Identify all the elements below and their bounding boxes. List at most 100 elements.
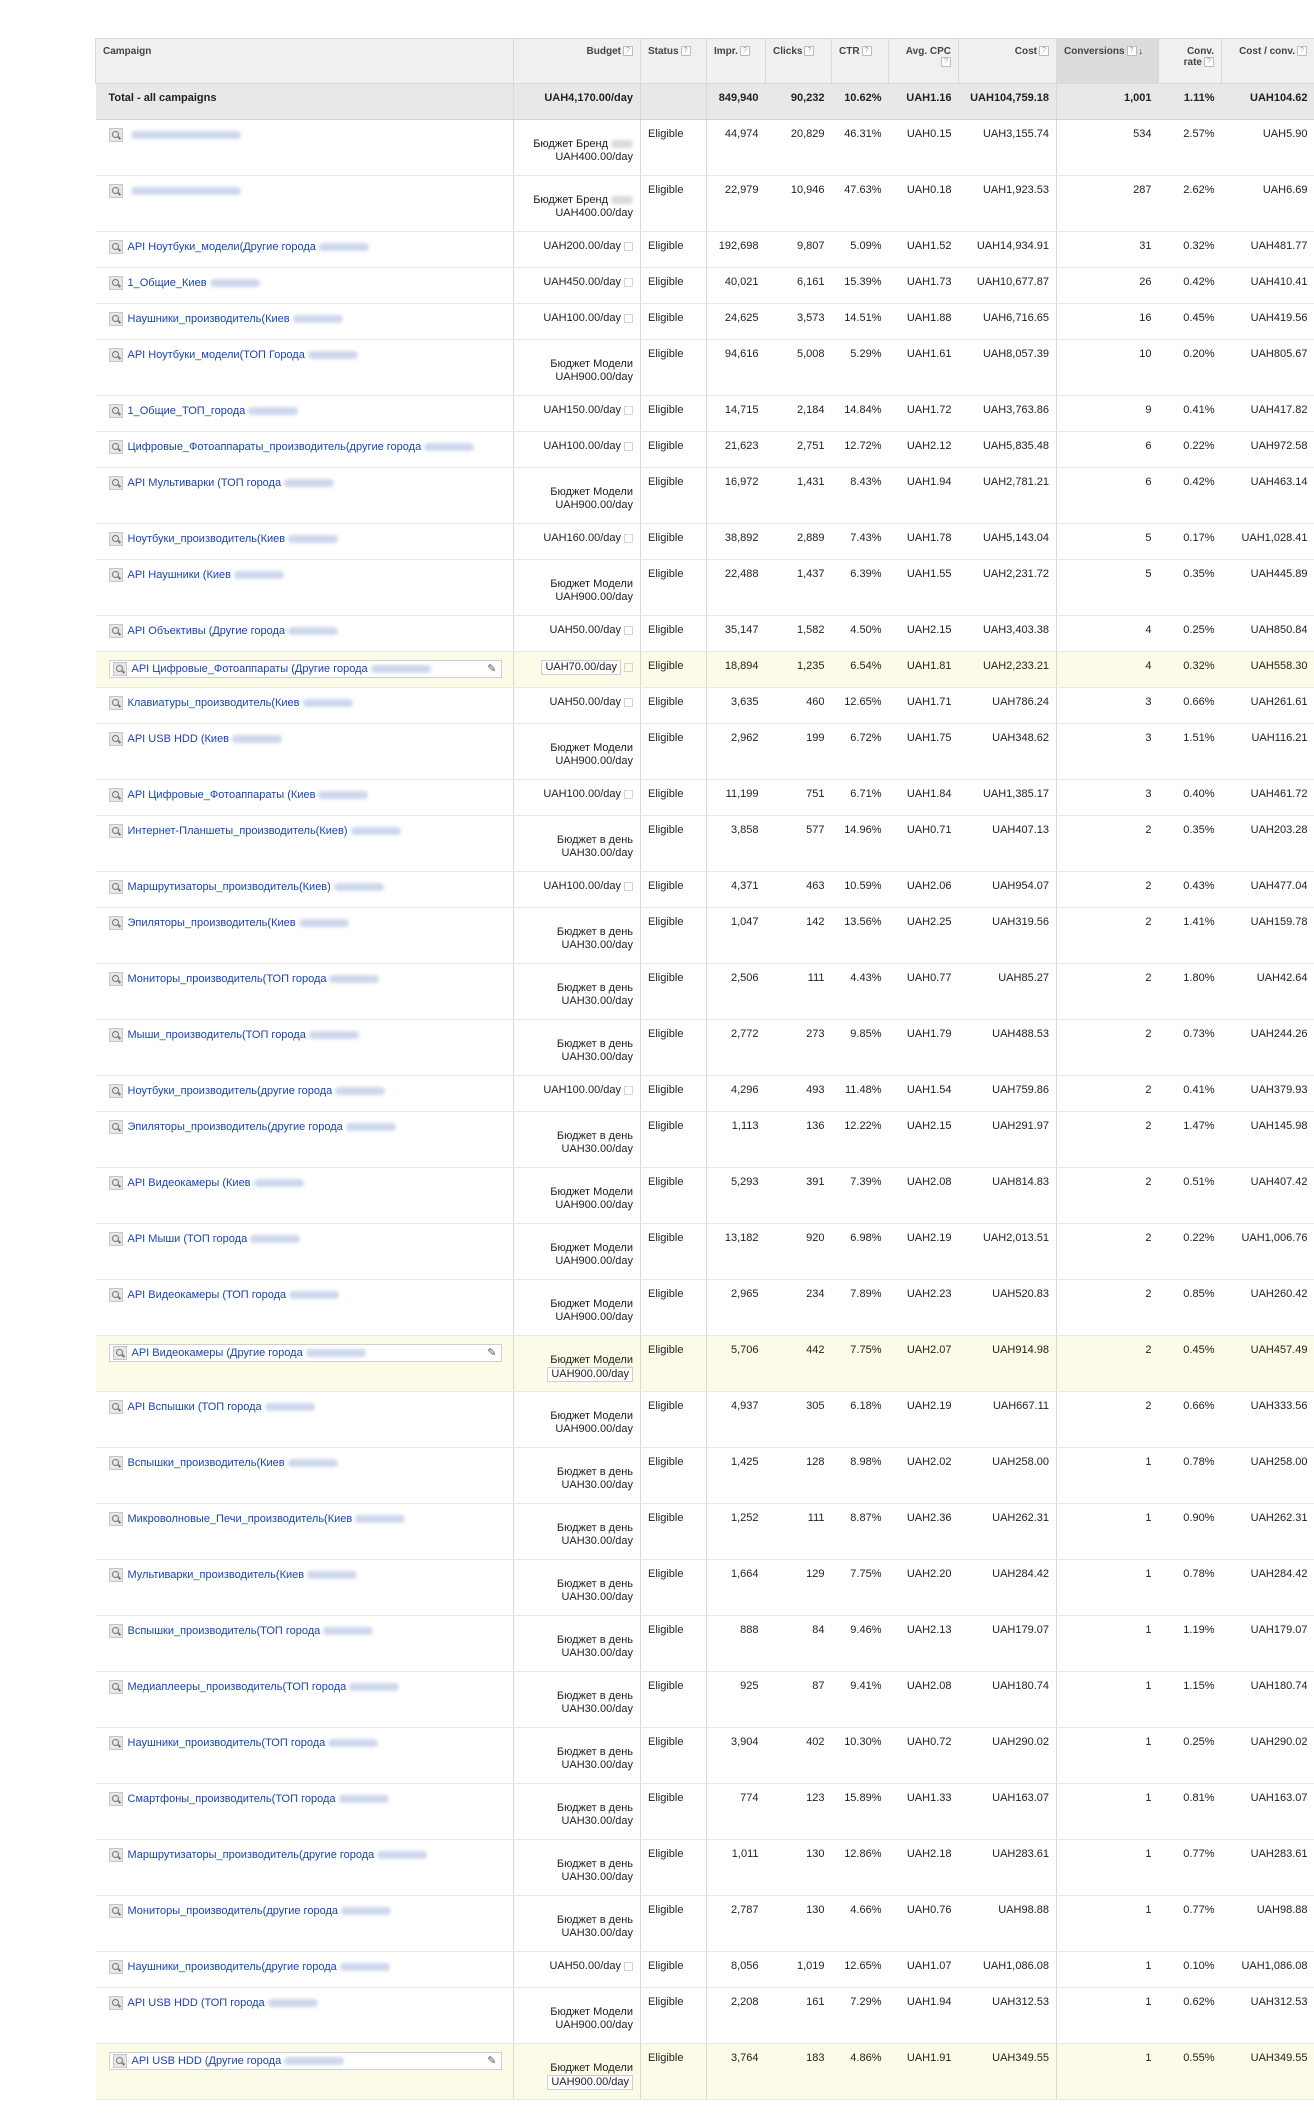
help-icon[interactable]: ? (941, 57, 951, 68)
help-icon[interactable]: ? (861, 46, 872, 57)
header-clicks[interactable]: Clicks? (765, 38, 832, 84)
help-icon[interactable]: ? (680, 46, 691, 57)
cost-per-conv-cell: UAH333.56 (1221, 1391, 1314, 1448)
header-campaign[interactable]: Campaign (95, 38, 514, 84)
campaign-link[interactable]: Интернет-Планшеты_производитель(Киев) (128, 825, 348, 837)
campaign-link[interactable]: API Вспышки (ТОП города (128, 1401, 262, 1413)
header-ctr[interactable]: CTR? (831, 38, 889, 84)
header-avg-cpc[interactable]: Avg. CPC? (888, 38, 959, 84)
total-ctr: 10.62% (831, 83, 889, 120)
campaign-link[interactable]: Мыши_производитель(ТОП города (128, 1029, 306, 1041)
status-cell: Eligible (640, 1839, 707, 1896)
status-cell: Eligible (640, 431, 707, 468)
avg-cpc-cell: UAH2.07 (888, 1335, 959, 1392)
campaign-link[interactable]: Мониторы_производитель(другие города (128, 1905, 338, 1917)
campaign-link[interactable]: Вспышки_производитель(ТОП города (128, 1625, 321, 1637)
campaign-link[interactable]: API Цифровые_Фотоаппараты (Киев (128, 789, 316, 801)
header-impr[interactable]: Impr.? (706, 38, 766, 84)
campaign-link[interactable]: Клавиатуры_производитель(Киев (128, 697, 300, 709)
budget-edit-icon[interactable] (624, 277, 633, 287)
campaign-link[interactable]: API USB HDD (Другие города (132, 2055, 282, 2067)
campaign-link[interactable]: Микроволновые_Печи_производитель(Киев (128, 1513, 353, 1525)
budget-edit-box[interactable]: UAH900.00/day (547, 1367, 633, 1382)
campaign-edit-box[interactable]: API USB HDD (Другие города ✎ (108, 2052, 502, 2070)
campaign-link[interactable]: API Ноутбуки_модели(Другие города (128, 241, 316, 253)
status-cell: Eligible (640, 119, 707, 176)
status-cell: Eligible (640, 723, 707, 780)
campaign-link[interactable]: Медиаплееры_производитель(ТОП города (128, 1681, 347, 1693)
campaign-link[interactable]: Смартфоны_производитель(ТОП города (128, 1793, 336, 1805)
help-icon[interactable]: ? (1204, 57, 1214, 68)
campaign-link[interactable]: Вспышки_производитель(Киев (128, 1457, 285, 1469)
avg-cpc-cell: UAH1.84 (888, 779, 959, 816)
campaign-edit-box[interactable]: API Цифровые_Фотоаппараты (Другие города… (108, 660, 502, 678)
header-budget[interactable]: Budget? (513, 38, 641, 84)
campaign-link[interactable]: Наушники_производитель(ТОП города (128, 1737, 326, 1749)
campaign-link[interactable]: API Ноутбуки_модели(ТОП Города (128, 349, 305, 361)
campaign-link[interactable]: API Видеокамеры (Киев (128, 1177, 251, 1189)
campaign-link[interactable]: API Видеокамеры (Другие города (132, 1347, 303, 1359)
budget-edit-icon[interactable] (624, 697, 633, 707)
header-conv-rate[interactable]: Conv. rate? (1158, 38, 1222, 84)
campaign-link[interactable]: Маршрутизаторы_производитель(Киев) (128, 881, 331, 893)
budget-edit-icon[interactable] (624, 313, 633, 323)
campaign-link[interactable]: Мультиварки_производитель(Киев (128, 1569, 305, 1581)
pencil-icon[interactable]: ✎ (487, 1346, 496, 1359)
table-row: API Наушники (Киев Бюджет Модели UAH900.00… (95, 559, 1314, 616)
budget-edit-icon[interactable] (624, 789, 633, 799)
campaign-link[interactable]: Эпиляторы_производитель(другие города (128, 1121, 343, 1133)
campaign-cell: Мониторы_производитель(ТОП города (95, 963, 514, 1020)
help-icon[interactable]: ? (1297, 46, 1307, 57)
budget-edit-icon[interactable] (624, 241, 633, 251)
campaign-link[interactable]: API USB HDD (Киев (128, 733, 230, 745)
cost-per-conv-cell: UAH163.07 (1221, 1783, 1314, 1840)
cost-per-conv-cell: UAH262.31 (1221, 1503, 1314, 1560)
header-conversions[interactable]: Conversions? ↓ (1056, 38, 1159, 84)
campaign-link[interactable]: API Мыши (ТОП города (128, 1233, 248, 1245)
budget-edit-box[interactable]: UAH70.00/day (541, 660, 621, 675)
campaign-edit-box[interactable]: API Видеокамеры (Другие города ✎ (108, 1344, 502, 1362)
redacted-text (305, 1349, 366, 1357)
ctr-cell: 4.50% (831, 615, 889, 652)
help-icon[interactable]: ? (1039, 46, 1049, 57)
budget-edit-icon[interactable] (624, 441, 633, 451)
campaign-link[interactable]: API USB HDD (ТОП города (128, 1997, 265, 2009)
campaign-link[interactable]: 1_Общие_Киев (128, 277, 207, 289)
campaign-link[interactable]: Наушники_производитель(Киев (128, 313, 290, 325)
campaign-link[interactable]: Эпиляторы_производитель(Киев (128, 917, 296, 929)
pencil-icon[interactable]: ✎ (487, 662, 496, 675)
header-status[interactable]: Status? (640, 38, 707, 84)
campaign-link[interactable]: Мониторы_производитель(ТОП города (128, 973, 327, 985)
pencil-icon[interactable]: ✎ (487, 2054, 496, 2067)
conversions-cell: 2 (1056, 1223, 1159, 1280)
campaign-link[interactable]: Ноутбуки_производитель(Киев (128, 533, 286, 545)
campaign-link[interactable]: Маршрутизаторы_производитель(другие горо… (128, 1849, 375, 1861)
campaign-link[interactable]: API Наушники (Киев (128, 569, 231, 581)
status-cell: Eligible (640, 1783, 707, 1840)
help-icon[interactable]: ? (623, 46, 633, 57)
campaign-link[interactable]: Цифровые_Фотоаппараты_производитель(друг… (128, 441, 422, 453)
budget-value-wrap: UAH100.00/day (543, 1084, 621, 1096)
campaign-link[interactable]: Ноутбуки_производитель(другие города (128, 1085, 333, 1097)
budget-edit-icon[interactable] (624, 625, 633, 635)
campaign-link[interactable]: API Цифровые_Фотоаппараты (Другие города (132, 663, 368, 675)
header-cost[interactable]: Cost? (958, 38, 1057, 84)
help-icon[interactable]: ? (739, 46, 750, 57)
budget-edit-icon[interactable] (624, 405, 633, 415)
budget-edit-icon[interactable] (624, 533, 633, 543)
help-icon[interactable]: ? (1126, 46, 1137, 57)
campaign-link[interactable]: API Объективы (Другие города (128, 625, 286, 637)
campaign-link[interactable]: API Мультиварки (ТОП города (128, 477, 282, 489)
header-cost-per-conv[interactable]: Cost / conv.? (1221, 38, 1314, 84)
budget-edit-icon[interactable] (624, 1961, 633, 1971)
search-campaign-icon (108, 1120, 123, 1134)
campaign-link[interactable]: 1_Общие_ТОП_города (128, 405, 246, 417)
campaign-link[interactable]: Наушники_производитель(другие города (128, 1961, 337, 1973)
budget-edit-icon[interactable] (624, 662, 633, 672)
campaign-cell: API Ноутбуки_модели(Другие города (95, 231, 514, 268)
campaign-link[interactable]: API Видеокамеры (ТОП города (128, 1289, 287, 1301)
budget-edit-icon[interactable] (624, 881, 633, 891)
budget-edit-box[interactable]: UAH900.00/day (547, 2075, 633, 2090)
help-icon[interactable]: ? (804, 46, 815, 57)
budget-edit-icon[interactable] (624, 1085, 633, 1095)
